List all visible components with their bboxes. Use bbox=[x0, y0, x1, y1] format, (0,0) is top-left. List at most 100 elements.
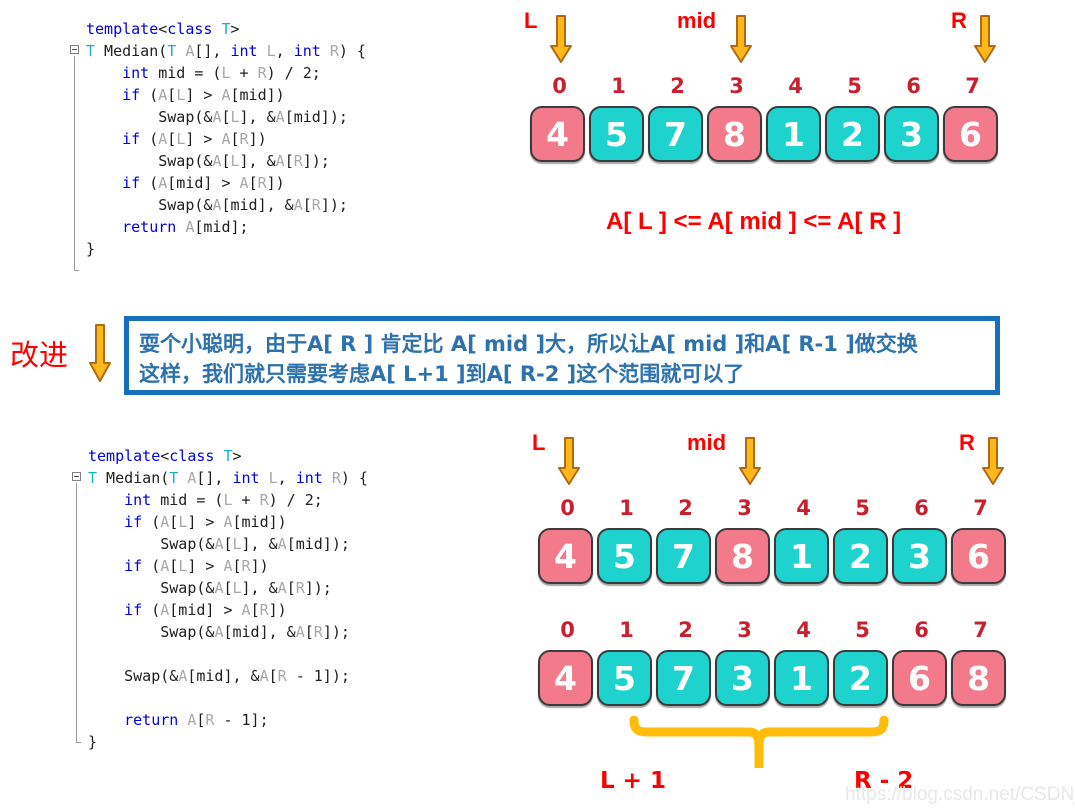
code-token: [mid]); bbox=[286, 535, 350, 553]
code-fold-gutter[interactable] bbox=[68, 18, 84, 271]
code-token: > bbox=[230, 20, 240, 38]
code-token: , bbox=[275, 42, 294, 60]
code-token: ( bbox=[142, 601, 161, 619]
code-token: + bbox=[232, 491, 260, 509]
code-token: R bbox=[257, 64, 267, 82]
code-token: T bbox=[88, 469, 98, 487]
code-token: ] > bbox=[187, 557, 224, 575]
code-token: R bbox=[295, 579, 305, 597]
code-token: [mid] > bbox=[167, 174, 240, 192]
code-token: < bbox=[160, 447, 170, 465]
range-brace-icon bbox=[629, 716, 889, 768]
array-index-label: 2 bbox=[670, 74, 685, 98]
code-token: int bbox=[122, 64, 150, 82]
code-token: A bbox=[160, 557, 170, 575]
code-block-basic-median: template<class T> T Median(T A[], int L, … bbox=[68, 18, 366, 271]
code-token: ]) bbox=[266, 174, 285, 192]
code-token: R bbox=[259, 491, 269, 509]
code-token: ( bbox=[142, 513, 161, 531]
array-index-label: 7 bbox=[965, 74, 980, 98]
code-token: [mid], & bbox=[187, 667, 260, 685]
code-token: ], & bbox=[239, 108, 276, 126]
code-token: Median( bbox=[95, 42, 168, 60]
code-token: if bbox=[122, 86, 141, 104]
code-token: ], & bbox=[241, 535, 278, 553]
code-token: L bbox=[178, 513, 188, 531]
code-token: A bbox=[221, 130, 231, 148]
code-token: template bbox=[88, 447, 161, 465]
code-token: ( bbox=[142, 557, 161, 575]
brace-label-left: L + 1 bbox=[600, 768, 666, 794]
note-text-line-2: 这样，我们就只需要考虑A[ L+1 ]到A[ R-2 ]这个范围就可以了 bbox=[139, 362, 745, 386]
code-token: - 1]; bbox=[214, 711, 269, 729]
code-line: int mid = (L + R) / 2; bbox=[88, 489, 368, 511]
array-cell: 8 bbox=[951, 650, 1006, 706]
code-token: L bbox=[176, 130, 186, 148]
code-token: R bbox=[311, 196, 321, 214]
code-fold-toggle-icon-2[interactable] bbox=[72, 472, 81, 481]
array-cell: 8 bbox=[715, 528, 770, 584]
code-token: Swap(& bbox=[88, 579, 215, 597]
code-line: if (A[L] > A[mid]) bbox=[86, 84, 366, 106]
code-line: int mid = (L + R) / 2; bbox=[86, 62, 366, 84]
code-token: [mid]); bbox=[284, 108, 348, 126]
code-token: A bbox=[223, 557, 233, 575]
array-index-label: 2 bbox=[678, 618, 693, 642]
code-token: [ bbox=[167, 130, 177, 148]
code-fold-gutter-2[interactable] bbox=[70, 445, 86, 743]
code-token: A bbox=[239, 174, 249, 192]
code-token: ) / 2; bbox=[268, 491, 323, 509]
cell-row-top: 45781236 bbox=[530, 106, 998, 162]
code-line: template<class T> bbox=[86, 18, 366, 40]
code-token: [ bbox=[286, 579, 296, 597]
code-token: A bbox=[293, 196, 303, 214]
array-cell: 7 bbox=[656, 650, 711, 706]
array-index-label: 6 bbox=[914, 618, 929, 642]
code-token: T bbox=[223, 447, 233, 465]
array-cell: 8 bbox=[707, 106, 762, 162]
code-token: A bbox=[275, 152, 285, 170]
code-fold-toggle-icon[interactable] bbox=[70, 45, 79, 54]
code-token: [ bbox=[248, 174, 258, 192]
code-text-improved: template<class T> T Median(T A[], int L, … bbox=[88, 445, 368, 753]
code-token: int bbox=[232, 469, 260, 487]
code-token: [ bbox=[284, 152, 294, 170]
code-token: mid = ( bbox=[149, 64, 222, 82]
array-index-label: 7 bbox=[973, 618, 988, 642]
code-token: [], bbox=[194, 42, 231, 60]
code-token: L bbox=[268, 469, 278, 487]
pointer-label-R-top: R bbox=[951, 8, 967, 33]
code-token: ], & bbox=[241, 579, 278, 597]
code-token: A bbox=[223, 513, 233, 531]
code-token: A bbox=[277, 579, 287, 597]
down-arrow-icon-R-top bbox=[974, 15, 996, 63]
code-token: [ bbox=[250, 601, 260, 619]
code-line: Swap(&A[mid], &A[R]); bbox=[88, 621, 368, 643]
array-index-label: 1 bbox=[619, 618, 634, 642]
array-cell: 3 bbox=[715, 650, 770, 706]
array-cell: 1 bbox=[774, 528, 829, 584]
code-line: Swap(&A[L], &A[mid]); bbox=[86, 106, 366, 128]
code-fold-line bbox=[74, 56, 75, 270]
code-token: A bbox=[160, 513, 170, 531]
code-line: Swap(&A[mid], &A[R]); bbox=[86, 194, 366, 216]
code-text-basic: template<class T> T Median(T A[], int L, … bbox=[86, 18, 366, 260]
array-cell: 2 bbox=[825, 106, 880, 162]
code-token: R bbox=[257, 174, 267, 192]
code-line: if (A[mid] > A[R]) bbox=[88, 599, 368, 621]
array-index-label: 3 bbox=[737, 496, 752, 520]
code-token: A bbox=[158, 174, 168, 192]
code-token: R bbox=[241, 557, 251, 575]
code-token: class bbox=[167, 20, 213, 38]
code-token: return bbox=[124, 711, 179, 729]
code-token: [ bbox=[223, 579, 233, 597]
pointer-label-L-top: L bbox=[524, 8, 538, 33]
code-token: + bbox=[230, 64, 258, 82]
